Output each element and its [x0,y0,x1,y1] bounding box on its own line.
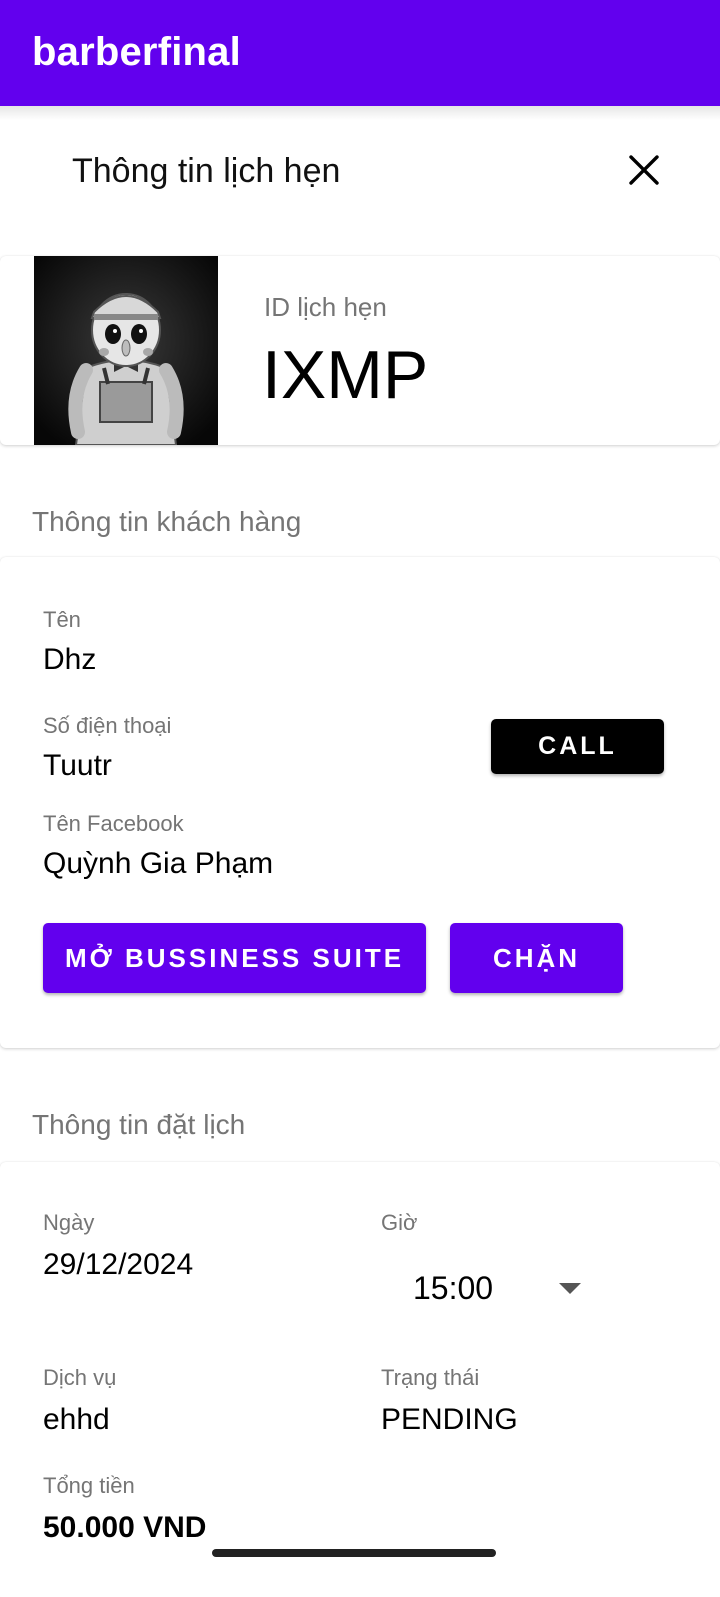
app-bar: barberfinal [0,0,720,106]
avatar [34,256,218,445]
date-value[interactable]: 29/12/2024 [43,1248,193,1282]
avatar-image [34,256,218,445]
phone-value: Tuutr [43,749,112,782]
booking-section-title: Thông tin đặt lịch [32,1109,246,1140]
name-label: Tên [43,607,81,632]
open-business-suite-button[interactable]: MỞ BUSSINESS SUITE [43,923,426,993]
app-title: barberfinal [32,30,241,74]
appointment-id-label: ID lịch hẹn [264,292,387,322]
time-label: Giờ [381,1210,418,1235]
booking-card: Ngày 29/12/2024 Giờ 15:00 Dịch vụ ehhd T… [0,1162,720,1597]
phone-label: Số điện thoại [43,713,172,738]
facebook-label: Tên Facebook [43,811,184,836]
service-value: ehhd [43,1403,110,1436]
facebook-value: Quỳnh Gia Phạm [43,847,274,880]
customer-section-title: Thông tin khách hàng [32,506,302,537]
call-button[interactable]: CALL [491,719,664,774]
total-label: Tổng tiền [43,1473,135,1498]
appointment-id-card: ID lịch hẹn IXMP [0,256,720,445]
total-value: 50.000 VND [43,1511,207,1544]
block-button[interactable]: CHẶN [450,923,623,993]
time-dropdown[interactable]: 15:00 [413,1264,613,1314]
app-bar-shadow [0,106,720,120]
time-value: 15:00 [413,1270,494,1306]
appointment-id-value: IXMP [262,337,429,413]
name-value: Dhz [43,643,97,676]
date-label: Ngày [43,1210,95,1235]
dialog-title: Thông tin lịch hẹn [72,152,341,190]
status-value: PENDING [381,1403,518,1436]
close-button[interactable] [622,148,666,192]
home-indicator[interactable] [212,1549,496,1557]
chevron-down-icon [559,1283,581,1294]
status-label: Trạng thái [381,1365,480,1390]
close-icon [629,155,659,185]
service-label: Dịch vụ [43,1365,117,1390]
customer-card: Tên Dhz Số điện thoại Tuutr CALL Tên Fac… [0,557,720,1048]
